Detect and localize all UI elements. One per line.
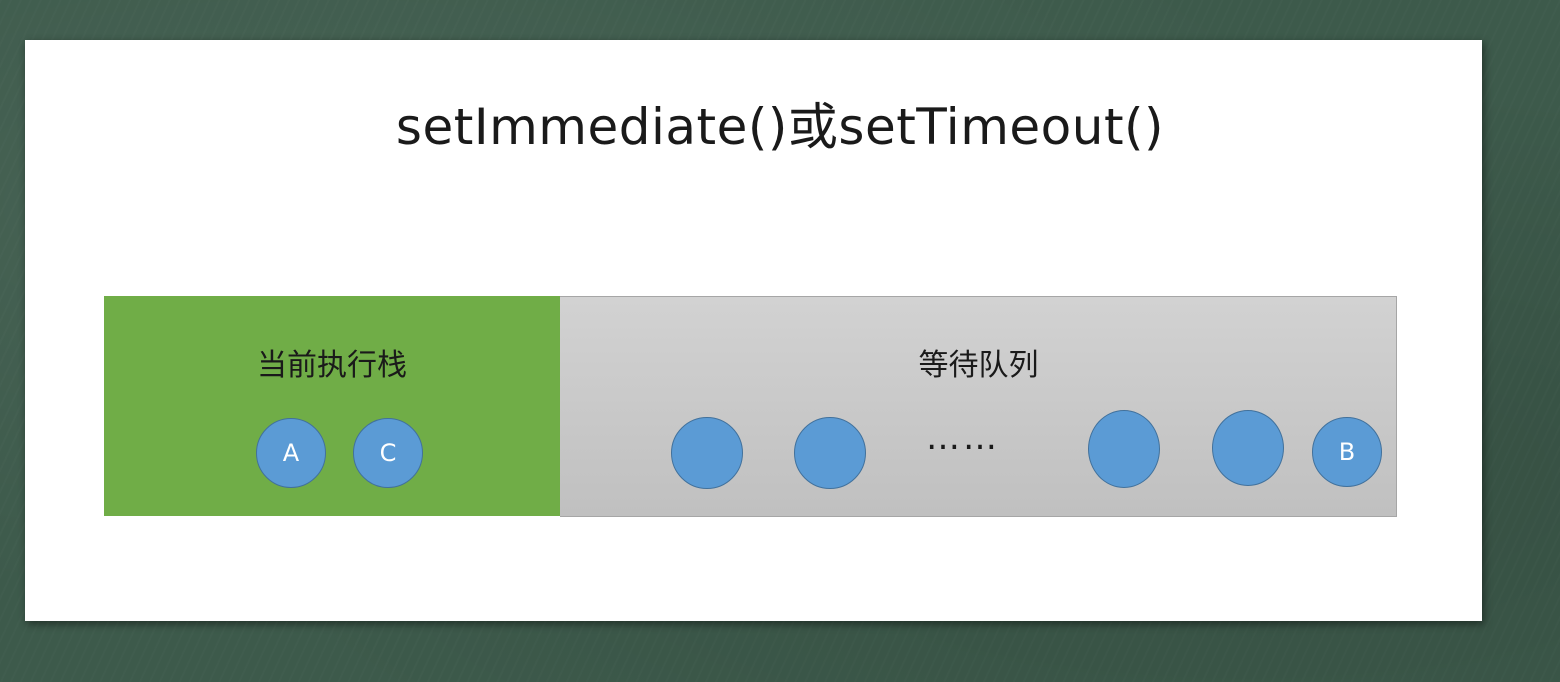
slide-title: setImmediate()或setTimeout() <box>395 98 1165 156</box>
queued-task-circle <box>794 417 866 489</box>
queued-task-circle <box>671 417 743 489</box>
waiting-queue-label: 等待队列 <box>918 348 1039 383</box>
current-execution-stack-label: 当前执行栈 <box>257 348 407 383</box>
current-execution-stack <box>104 296 560 516</box>
queued-task-circle <box>1088 410 1160 488</box>
queued-task-circle <box>1212 410 1284 486</box>
waiting-queue <box>560 296 1397 517</box>
task-b-circle: B <box>1312 417 1382 487</box>
task-a-circle: A <box>256 418 326 488</box>
queue-ellipsis: …… <box>926 418 1000 458</box>
task-c-circle: C <box>353 418 423 488</box>
